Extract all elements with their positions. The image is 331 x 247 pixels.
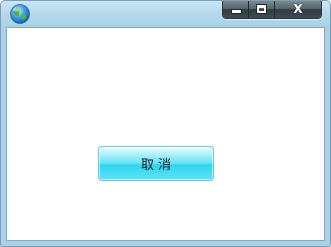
cancel-button[interactable]: 取消: [98, 146, 214, 181]
app-window: X 取消: [0, 0, 331, 247]
caption-buttons: X: [222, 1, 322, 19]
minimize-icon: [232, 10, 241, 13]
minimize-button[interactable]: [223, 1, 249, 18]
globe-icon[interactable]: [9, 3, 31, 25]
title-bar[interactable]: X: [1, 1, 330, 27]
cancel-button-label: 取消: [140, 158, 175, 173]
close-icon: X: [293, 2, 303, 16]
maximize-icon: [257, 5, 266, 13]
maximize-button[interactable]: [249, 1, 275, 18]
close-button[interactable]: X: [275, 1, 321, 18]
client-area: 取消: [6, 27, 325, 241]
